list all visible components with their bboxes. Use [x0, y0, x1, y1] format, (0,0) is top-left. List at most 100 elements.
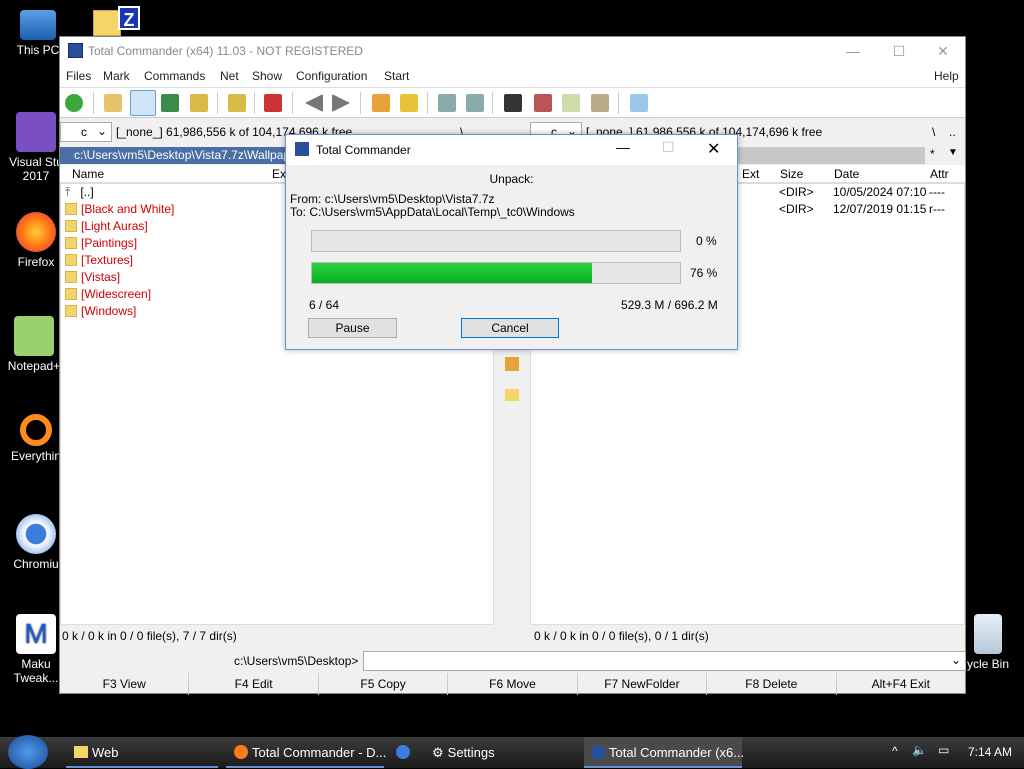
clock[interactable]: 7:14 AM [968, 745, 1012, 759]
sync-dirs-icon[interactable] [228, 94, 246, 112]
toolbar-separator [492, 92, 493, 114]
folder-icon[interactable] [93, 10, 121, 36]
f6-move-button[interactable]: F6 Move [448, 673, 578, 695]
taskbar-item-total-commander[interactable]: Total Commander (x6... [584, 737, 744, 768]
menu-start[interactable]: Start [384, 69, 409, 83]
desktop-icon-label: ycle Bin [966, 657, 1010, 671]
ftp-icon[interactable] [438, 94, 456, 112]
unpack-icon[interactable] [400, 94, 418, 112]
right-header-ext[interactable]: Ext [742, 167, 759, 181]
right-header-attr[interactable]: Attr [930, 167, 949, 181]
network-icon[interactable]: ▭ [938, 743, 949, 757]
list-item[interactable]: [Light Auras] [65, 219, 148, 236]
invert-selection-icon[interactable] [264, 94, 282, 112]
list-item[interactable]: [Windows] [65, 304, 136, 321]
maximize-button[interactable]: ☐ [662, 139, 675, 156]
minimize-button[interactable]: — [830, 37, 876, 65]
taskbar-item-firefox[interactable]: Total Commander - D... [226, 737, 386, 768]
notepad-icon[interactable] [630, 94, 648, 112]
exit-button[interactable]: Alt+F4 Exit [837, 673, 965, 695]
taskbar-item-web[interactable]: Web [66, 737, 218, 768]
sync-icon[interactable] [591, 94, 609, 112]
menu-files[interactable]: Files [66, 69, 91, 83]
list-item[interactable]: [Paintings] [65, 236, 137, 253]
forward-arrow-icon[interactable] [332, 94, 350, 112]
command-input[interactable]: ⌄ [363, 651, 966, 671]
cancel-button[interactable]: Cancel [461, 318, 559, 338]
close-button[interactable]: ✕ [707, 139, 720, 159]
full-view-icon[interactable] [130, 90, 156, 116]
list-item[interactable]: [Textures] [65, 253, 133, 270]
dropdown-arrow-icon[interactable]: ▼ [948, 147, 958, 158]
title-bar[interactable]: Total Commander (x64) 11.03 - NOT REGIST… [60, 37, 965, 65]
f8-delete-button[interactable]: F8 Delete [707, 673, 837, 695]
menu-mark[interactable]: Mark [103, 69, 130, 83]
url-icon[interactable] [466, 94, 484, 112]
desktop-icon-everything[interactable]: Everythin [6, 414, 66, 463]
desktop-icon-maku[interactable]: M Maku Tweak... [6, 614, 66, 685]
brief-view-icon[interactable] [104, 94, 122, 112]
maku-icon: M [16, 614, 56, 654]
right-up-button[interactable]: .. [949, 125, 956, 139]
start-button[interactable] [8, 735, 48, 769]
z-icon[interactable]: Z [118, 6, 140, 30]
list-item[interactable]: [Black and White] [65, 202, 174, 219]
desktop-icon-recycle-bin[interactable]: ycle Bin [958, 614, 1018, 671]
f4-edit-button[interactable]: F4 Edit [189, 673, 319, 695]
chevron-up-icon[interactable]: ^ [892, 744, 898, 758]
toolbar-separator [217, 92, 218, 114]
desktop-icon-label: Notepad+ [7, 359, 61, 373]
menu-commands[interactable]: Commands [144, 69, 205, 83]
list-item[interactable]: [Widescreen] [65, 287, 151, 304]
close-button[interactable]: ✕ [920, 37, 966, 65]
list-item[interactable]: ⤒ [..] [65, 185, 94, 202]
left-header-name[interactable]: Name [72, 167, 104, 181]
menu-show[interactable]: Show [252, 69, 282, 83]
taskbar-item-chromium[interactable] [388, 737, 416, 768]
file-progress-bar [311, 230, 681, 252]
toolbar-separator [93, 92, 94, 114]
binoculars-icon[interactable] [504, 94, 522, 112]
f7-newfolder-button[interactable]: F7 NewFolder [578, 673, 708, 695]
desktop-icon-label: Everythin [10, 449, 62, 463]
folder-icon [65, 305, 77, 317]
chevron-down-icon[interactable]: ⌄ [951, 653, 961, 667]
recycle-bin-icon [974, 614, 1002, 654]
compare-icon[interactable] [562, 94, 580, 112]
tree-view-icon[interactable] [190, 94, 208, 112]
list-item[interactable]: [Vistas] [65, 270, 120, 287]
right-header-size[interactable]: Size [780, 167, 803, 181]
left-drive-select[interactable]: c ⌄ [60, 122, 112, 142]
volume-icon[interactable]: 🔈 [912, 743, 927, 757]
new-folder-icon[interactable] [505, 389, 519, 401]
f5-copy-button[interactable]: F5 Copy [319, 673, 449, 695]
desktop-icon-notepadpp[interactable]: Notepad+ [4, 316, 64, 373]
menu-bar: Files Mark Commands Net Show Configurati… [60, 65, 965, 87]
refresh-icon[interactable] [65, 94, 83, 112]
f3-view-button[interactable]: F3 View [60, 673, 190, 695]
pack-icon[interactable] [505, 357, 519, 371]
desktop-icon-firefox[interactable]: Firefox [6, 212, 66, 269]
maximize-button[interactable]: ☐ [876, 37, 922, 65]
right-root-button[interactable]: \ [932, 125, 935, 139]
taskbar-item-settings[interactable]: ⚙ Settings [424, 737, 576, 768]
app-icon [68, 43, 83, 58]
from-path: From: c:\Users\vm5\Desktop\Vista7.7z [290, 192, 495, 206]
history-button[interactable]: * [930, 147, 935, 161]
pack-icon[interactable] [372, 94, 390, 112]
rename-icon[interactable] [534, 94, 552, 112]
menu-configuration[interactable]: Configuration [296, 69, 367, 83]
visual-studio-icon [16, 112, 56, 152]
dialog-heading: Unpack: [489, 172, 534, 186]
right-header-date[interactable]: Date [834, 167, 859, 181]
menu-net[interactable]: Net [220, 69, 239, 83]
magnifier-icon [20, 414, 52, 446]
dialog-title-bar[interactable]: Total Commander — ☐ ✕ [286, 135, 737, 165]
back-arrow-icon[interactable] [305, 94, 323, 112]
minimize-button[interactable]: — [616, 139, 630, 155]
menu-help[interactable]: Help [934, 69, 959, 83]
desktop-icon-chromium[interactable]: Chromiu [6, 514, 66, 571]
desktop-icon-visual-studio[interactable]: Visual Stu 2017 [6, 112, 66, 183]
thumbnail-view-icon[interactable] [161, 94, 179, 112]
pause-button[interactable]: Pause [308, 318, 397, 338]
